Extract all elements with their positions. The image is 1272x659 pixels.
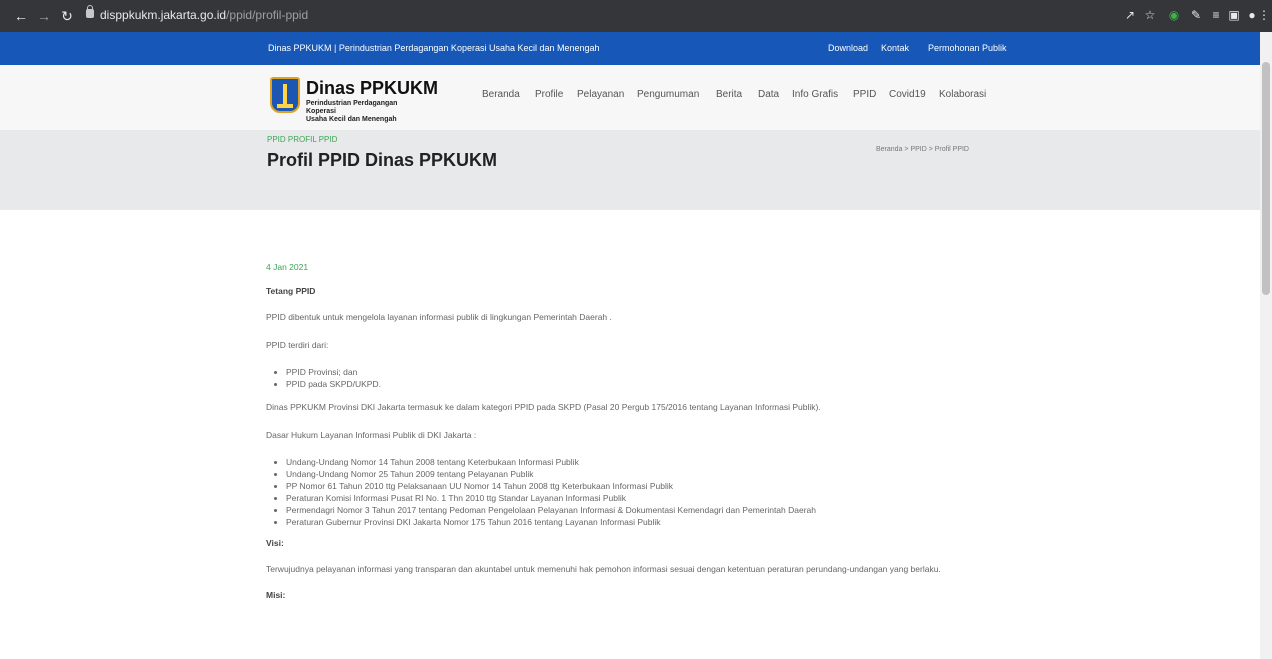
nav-profile[interactable]: Profile	[535, 89, 563, 100]
list-item: PP Nomor 61 Tahun 2010 ttg Pelaksanaan U…	[286, 480, 1006, 492]
address-bar[interactable]: disppkukm.jakarta.go.id/ppid/profil-ppid	[100, 8, 308, 22]
legal-basis-list: Undang-Undang Nomor 14 Tahun 2008 tentan…	[266, 456, 1006, 528]
kontak-link[interactable]: Kontak	[881, 43, 909, 53]
nav-pelayanan[interactable]: Pelayanan	[577, 89, 624, 100]
paragraph-kategori: Dinas PPKUKM Provinsi DKI Jakarta termas…	[266, 402, 821, 412]
page-title: Profil PPID Dinas PPKUKM	[267, 150, 498, 170]
nav-covid19[interactable]: Covid19	[889, 89, 926, 100]
nav-pengumuman[interactable]: Pengumuman	[637, 89, 699, 100]
article-content: 4 Jan 2021 Tetang PPID PPID dibentuk unt…	[266, 262, 1006, 614]
site-tagline: Dinas PPKUKM | Perindustrian Perdagangan…	[268, 43, 600, 53]
ppid-types-list: PPID Provinsi; dan PPID pada SKPD/UKPD.	[266, 366, 1006, 390]
nav-info-grafis[interactable]: Info Grafis	[792, 89, 838, 100]
browser-toolbar: ← → ↻ disppkukm.jakarta.go.id/ppid/profi…	[0, 0, 1272, 32]
lock-icon[interactable]	[86, 5, 94, 18]
bookmark-star-icon[interactable]: ☆	[1142, 7, 1158, 23]
nav-kolaborasi[interactable]: Kolaborasi	[939, 89, 986, 100]
paragraph-visi: Terwujudnya pelayanan informasi yang tra…	[266, 564, 941, 574]
section-label: PPID PROFIL PPID	[267, 135, 338, 144]
dki-jakarta-logo-icon[interactable]	[270, 77, 300, 113]
page-scrollbar[interactable]	[1260, 32, 1272, 659]
list-item: Peraturan Gubernur Provinsi DKI Jakarta …	[286, 516, 1006, 528]
nav-berita[interactable]: Berita	[716, 89, 742, 100]
nav-ppid[interactable]: PPID	[853, 89, 876, 100]
heading-misi: Misi:	[266, 590, 286, 600]
list-item: Peraturan Komisi Informasi Pusat RI No. …	[286, 492, 1006, 504]
heading-visi: Visi:	[266, 538, 284, 548]
nav-beranda[interactable]: Beranda	[482, 89, 520, 100]
reload-icon[interactable]: ↻	[56, 5, 78, 27]
share-icon[interactable]: ↗	[1122, 7, 1138, 23]
paragraph-intro: PPID dibentuk untuk mengelola layanan in…	[266, 312, 612, 322]
paragraph-dasar-hukum: Dasar Hukum Layanan Informasi Publik di …	[266, 430, 477, 440]
download-link[interactable]: Download	[828, 43, 868, 53]
forward-icon[interactable]: →	[33, 5, 55, 27]
list-item: PPID Provinsi; dan	[286, 366, 1006, 378]
extension-eye-icon[interactable]: ◉	[1166, 7, 1182, 23]
site-header: Dinas PPKUKM Perindustrian Perdagangan K…	[0, 65, 1260, 130]
permohonan-publik-link[interactable]: Permohonan Publik	[928, 43, 1007, 53]
paragraph-terdiri: PPID terdiri dari:	[266, 340, 329, 350]
list-item: Undang-Undang Nomor 25 Tahun 2009 tentan…	[286, 468, 1006, 480]
side-panel-icon[interactable]: ▣	[1226, 7, 1242, 23]
brand-subtitle-line-2: Usaha Kecil dan Menengah	[306, 116, 397, 123]
list-item: Permendagri Nomor 3 Tahun 2017 tentang P…	[286, 504, 1006, 516]
list-item: PPID pada SKPD/UKPD.	[286, 378, 1006, 390]
brand-subtitle-line-1: Perindustrian Perdagangan Koperasi	[306, 100, 398, 115]
nav-data[interactable]: Data	[758, 89, 779, 100]
url-host: disppkukm.jakarta.go.id	[100, 8, 227, 22]
top-info-bar: Dinas PPKUKM | Perindustrian Perdagangan…	[0, 32, 1260, 65]
browser-menu-icon[interactable]: ⋮	[1258, 7, 1270, 23]
brand-subtitle: Perindustrian Perdagangan Koperasi Usaha…	[306, 100, 416, 124]
reading-list-icon[interactable]: ≡	[1208, 7, 1224, 23]
page-banner: PPID PROFIL PPID Profil PPID Dinas PPKUK…	[0, 130, 1260, 210]
scrollbar-thumb[interactable]	[1262, 62, 1270, 295]
publish-date: 4 Jan 2021	[266, 262, 309, 272]
back-icon[interactable]: ←	[10, 5, 32, 27]
brand-title[interactable]: Dinas PPKUKM	[306, 78, 438, 99]
breadcrumb[interactable]: Beranda > PPID > Profil PPID	[876, 146, 969, 153]
list-item: Undang-Undang Nomor 14 Tahun 2008 tentan…	[286, 456, 1006, 468]
heading-tentang-ppid: Tetang PPID	[266, 286, 316, 296]
url-path: /ppid/profil-ppid	[226, 8, 309, 22]
extensions-puzzle-icon[interactable]: ✎	[1188, 7, 1204, 23]
